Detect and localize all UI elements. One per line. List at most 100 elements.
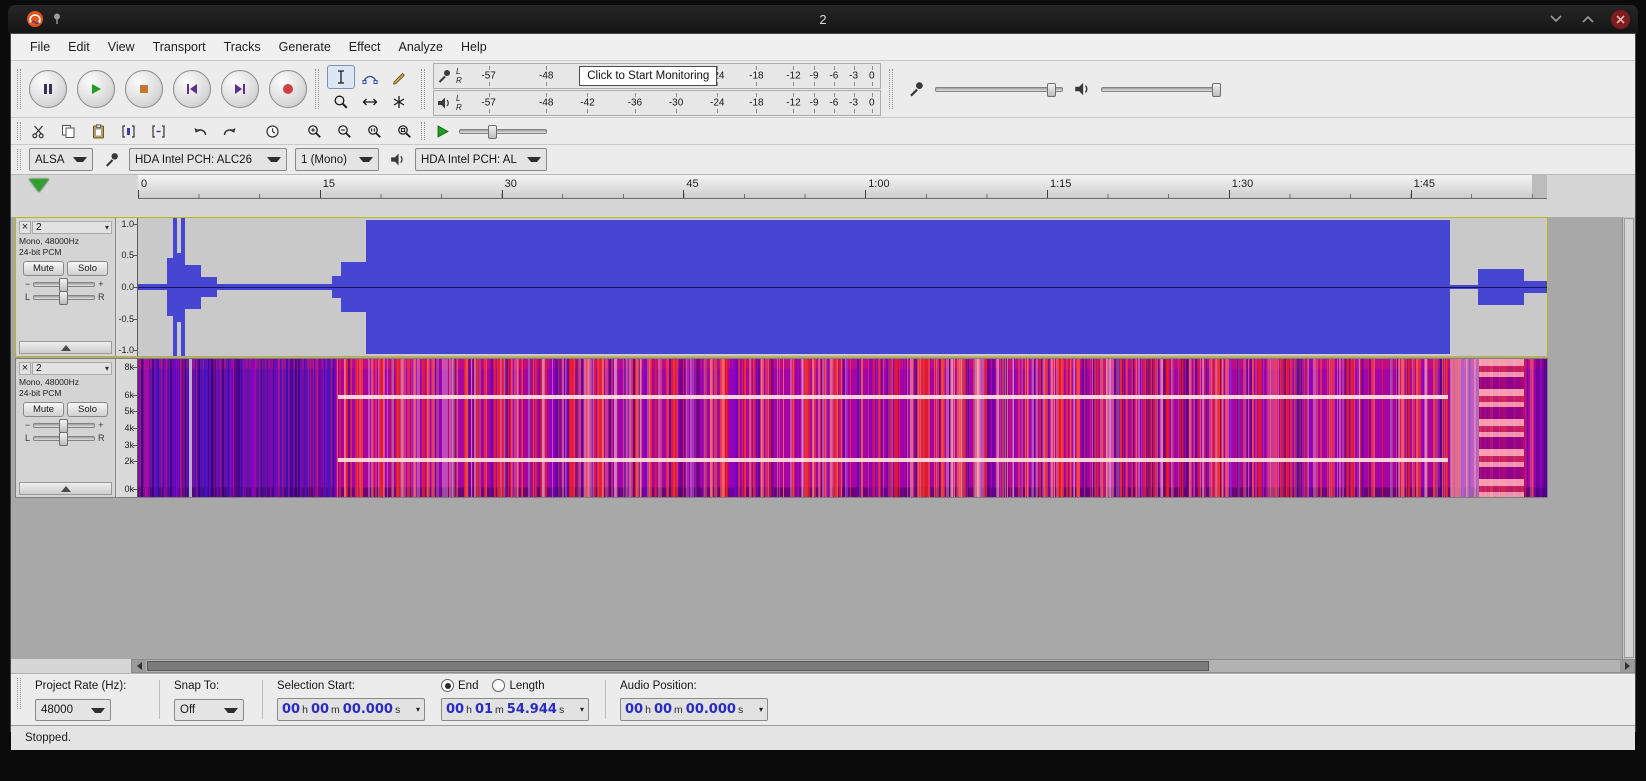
horizontal-scrollbar[interactable] [131, 659, 1635, 673]
play-at-speed-gripper[interactable] [421, 121, 425, 141]
project-rate-select[interactable]: 48000 [35, 699, 111, 721]
close-track-button[interactable]: × [19, 221, 31, 234]
envelope-tool-button[interactable] [356, 65, 384, 89]
pause-button[interactable] [29, 70, 67, 108]
end-radio[interactable]: End [441, 679, 478, 692]
stop-button[interactable] [125, 70, 163, 108]
gain-slider[interactable]: − + [25, 418, 112, 433]
menu-tracks[interactable]: Tracks [215, 34, 270, 60]
track-title-menu[interactable]: 2 ▾ [32, 221, 112, 234]
monitor-overlay[interactable]: Click to Start Monitoring [579, 65, 718, 86]
meter-toolbar-gripper[interactable] [421, 68, 425, 110]
length-radio[interactable]: Length [492, 679, 545, 692]
menu-file[interactable]: File [21, 34, 59, 60]
menu-transport[interactable]: Transport [144, 34, 215, 60]
fit-selection-button[interactable] [361, 120, 387, 142]
play-at-speed-button[interactable] [429, 120, 455, 142]
playback-meter-scale[interactable]: -57 -48 -42 -36 -30 -24 -18 -12 -9 -6 -3 0 [468, 91, 880, 115]
close-track-button[interactable]: × [19, 362, 31, 375]
gain-slider[interactable]: − + [25, 277, 112, 292]
collapse-track-button[interactable] [19, 482, 112, 495]
gain-thumb[interactable] [59, 418, 69, 433]
selection-toolbar-gripper[interactable] [17, 678, 21, 709]
pinned-playhead-icon[interactable] [29, 179, 49, 192]
silence-audio-button[interactable] [145, 120, 171, 142]
spectrogram-canvas[interactable] [138, 359, 1547, 497]
tools-toolbar-gripper[interactable] [315, 68, 319, 110]
shade-window-icon[interactable] [1547, 10, 1565, 28]
timeline-label: 1:00 [868, 178, 890, 190]
scroll-left-button[interactable] [132, 660, 146, 672]
snap-to-select[interactable]: Off [174, 699, 244, 721]
recording-meter[interactable]: LR Click to Start Monitoring -57-48-42-3… [433, 62, 881, 89]
menu-help[interactable]: Help [452, 34, 496, 60]
selection-end-field[interactable]: 00 h 01 m 54.944 s ▾ [441, 698, 589, 721]
gain-thumb[interactable] [59, 277, 69, 292]
collapse-track-button[interactable] [19, 341, 112, 354]
multi-tool-button[interactable] [385, 90, 413, 114]
recording-channels-select[interactable]: 1 (Mono) [295, 148, 379, 171]
chevron-down-icon [359, 157, 373, 162]
pan-thumb[interactable] [59, 431, 69, 446]
redo-button[interactable] [217, 120, 243, 142]
transport-toolbar-gripper[interactable] [17, 68, 21, 110]
menu-edit[interactable]: Edit [59, 34, 99, 60]
track-title-menu[interactable]: 2 ▾ [32, 362, 112, 375]
vertical-scrollbar[interactable] [1622, 217, 1635, 659]
timeline-ruler[interactable]: 0 15 30 45 1:00 1:15 1:30 1:45 [138, 175, 1547, 199]
selection-start-field[interactable]: 00 h 00 m 00.000 s ▾ [277, 698, 425, 721]
undo-button[interactable] [187, 120, 213, 142]
pan-thumb[interactable] [59, 290, 69, 305]
playback-meter[interactable]: LR -57 -48 -42 -36 -30 -24 -18 -12 -9 -6 -3 0 [433, 89, 881, 116]
horizontal-scrollbar-thumb[interactable] [147, 661, 1209, 671]
menu-view[interactable]: View [99, 34, 144, 60]
skip-to-end-button[interactable] [221, 70, 259, 108]
playback-volume-thumb[interactable] [1212, 82, 1222, 97]
pan-slider[interactable]: L R [25, 431, 112, 446]
record-button[interactable] [269, 70, 307, 108]
play-speed-slider[interactable] [459, 124, 547, 139]
solo-button[interactable]: Solo [67, 261, 108, 276]
mixer-toolbar-gripper[interactable] [889, 68, 893, 110]
skip-to-start-button[interactable] [173, 70, 211, 108]
vertical-ruler-amplitude[interactable]: 1.0 0.5 0.0 -0.5 -1.0 [116, 218, 138, 356]
vertical-ruler-frequency[interactable]: 8k 6k 5k 4k 3k 2k 0k [116, 359, 138, 497]
waveform-canvas[interactable] [138, 218, 1547, 356]
menu-analyze[interactable]: Analyze [390, 34, 452, 60]
zoom-out-button[interactable] [331, 120, 357, 142]
solo-button[interactable]: Solo [67, 402, 108, 417]
fit-project-button[interactable] [391, 120, 417, 142]
playback-device-select[interactable]: HDA Intel PCH: AL [415, 148, 547, 171]
recording-volume-thumb[interactable] [1046, 82, 1056, 97]
copy-button[interactable] [55, 120, 81, 142]
maximize-window-icon[interactable] [1579, 10, 1597, 28]
audio-position-field[interactable]: 00 h 00 m 00.000 s ▾ [620, 698, 768, 721]
meter-scale-label: -12 [786, 70, 801, 81]
zoom-in-button[interactable] [301, 120, 327, 142]
mute-button[interactable]: Mute [23, 402, 64, 417]
vertical-scrollbar-thumb[interactable] [1624, 218, 1634, 658]
close-window-button[interactable] [1611, 9, 1630, 29]
menu-effect[interactable]: Effect [340, 34, 390, 60]
playback-volume-slider[interactable] [1101, 82, 1222, 97]
zoom-tool-button[interactable] [327, 90, 355, 114]
menu-generate[interactable]: Generate [270, 34, 340, 60]
mute-button[interactable]: Mute [23, 261, 64, 276]
time-shift-tool-button[interactable] [356, 90, 384, 114]
play-speed-thumb[interactable] [487, 124, 497, 139]
sync-lock-clock-button[interactable] [259, 120, 285, 142]
selection-tool-button[interactable] [327, 64, 355, 89]
audio-host-select[interactable]: ALSA [29, 148, 93, 171]
recording-meter-scale[interactable]: Click to Start Monitoring -57-48-42-36-3… [468, 64, 880, 88]
play-button[interactable] [77, 70, 115, 108]
device-toolbar-gripper[interactable] [17, 149, 21, 170]
trim-audio-button[interactable] [115, 120, 141, 142]
edit-toolbar-gripper[interactable] [17, 121, 21, 141]
cut-button[interactable] [25, 120, 51, 142]
recording-device-select[interactable]: HDA Intel PCH: ALC26 [129, 148, 287, 171]
recording-volume-slider[interactable] [935, 82, 1063, 97]
scroll-right-button[interactable] [1620, 660, 1634, 672]
pan-slider[interactable]: L R [25, 290, 112, 305]
draw-tool-button[interactable] [385, 65, 413, 89]
paste-button[interactable] [85, 120, 111, 142]
